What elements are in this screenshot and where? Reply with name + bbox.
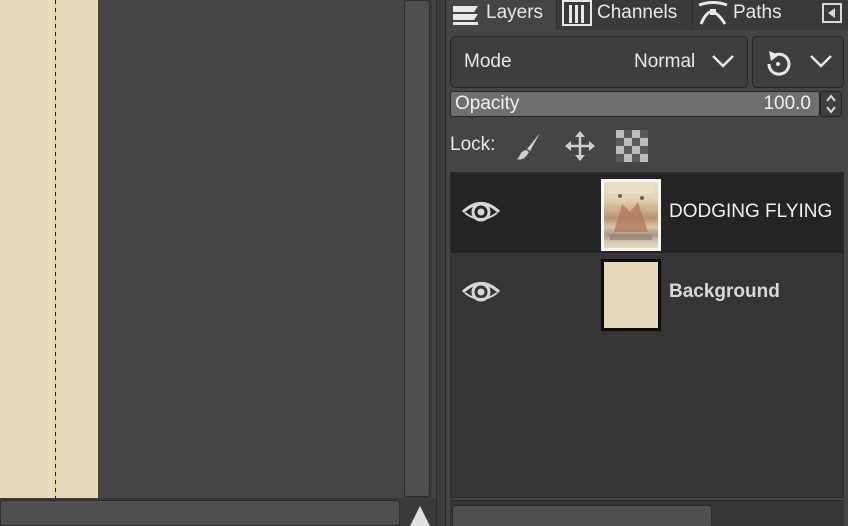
lock-pixels-button[interactable] [510,128,546,164]
layer-name[interactable]: DODGING FLYING [669,201,832,223]
canvas-horizontal-scrollbar-thumb[interactable] [0,500,400,526]
layers-list-horizontal-scrollbar[interactable] [450,500,844,526]
lock-position-icon [565,131,595,161]
tab-channels[interactable]: Channels [556,0,692,30]
chevron-down-icon [810,55,832,68]
image-visible-region[interactable] [0,0,98,498]
dock-tab-bar: Layers Channels Paths [446,0,848,30]
opacity-value: 100.0 [763,93,811,114]
navigate-button[interactable] [404,498,436,526]
layers-dock: Layers Channels Paths Mode Normal Opacit… [446,0,848,526]
layer-row-dodging-flying[interactable]: DODGING FLYING [451,173,843,253]
mode-dropdown[interactable]: Mode Normal [450,36,748,88]
mode-value: Normal [634,51,696,72]
layer-thumbnail-background[interactable] [601,259,661,331]
tab-paths[interactable]: Paths [692,0,796,30]
paths-icon [698,1,728,25]
layer-row-background[interactable]: Background [451,253,843,333]
tab-layers-label: Layers [486,2,544,23]
canvas-vertical-scrollbar-thumb[interactable] [404,0,430,497]
layers-list-scrollbar-thumb[interactable] [452,505,712,526]
image-canvas[interactable] [0,0,404,498]
lock-position-button[interactable] [562,128,598,164]
layers-icon [453,6,478,25]
channels-icon [562,0,592,26]
mode-row: Mode Normal [450,36,844,88]
layer-name[interactable]: Background [669,281,780,303]
lock-label: Lock: [450,134,496,155]
chevron-down-icon [712,55,734,68]
dock-menu-button[interactable] [816,0,848,26]
eye-visibility-icon[interactable] [461,277,501,307]
lock-alpha-icon [616,130,648,162]
layer-boundary-dashed-line [55,0,56,498]
layer-thumbnail-dodging-flying[interactable] [601,179,661,251]
tab-channels-label: Channels [597,2,678,23]
layers-list[interactable]: DODGING FLYING Background [450,172,844,498]
lock-alpha-button[interactable] [614,128,650,164]
lock-pixels-icon [516,133,540,160]
composite-mode-dropdown[interactable] [752,36,844,88]
dock-menu-icon [822,3,842,23]
undo-rotate-icon [767,51,791,76]
dock-pane-separator[interactable] [436,0,446,526]
opacity-row: Opacity 100.0 [450,91,844,118]
mode-label: Mode [464,51,512,72]
opacity-spin-button[interactable] [820,91,842,117]
spin-up-down-icon [826,94,836,114]
navigate-arrow-icon [410,506,430,526]
eye-visibility-icon[interactable] [461,197,501,227]
tab-paths-label: Paths [733,2,782,23]
lock-row: Lock: [450,126,844,166]
tab-layers[interactable]: Layers [446,0,556,30]
thumbnail-artwork-icon [608,186,654,240]
opacity-slider[interactable]: Opacity 100.0 [450,91,820,117]
opacity-label: Opacity [455,93,520,114]
